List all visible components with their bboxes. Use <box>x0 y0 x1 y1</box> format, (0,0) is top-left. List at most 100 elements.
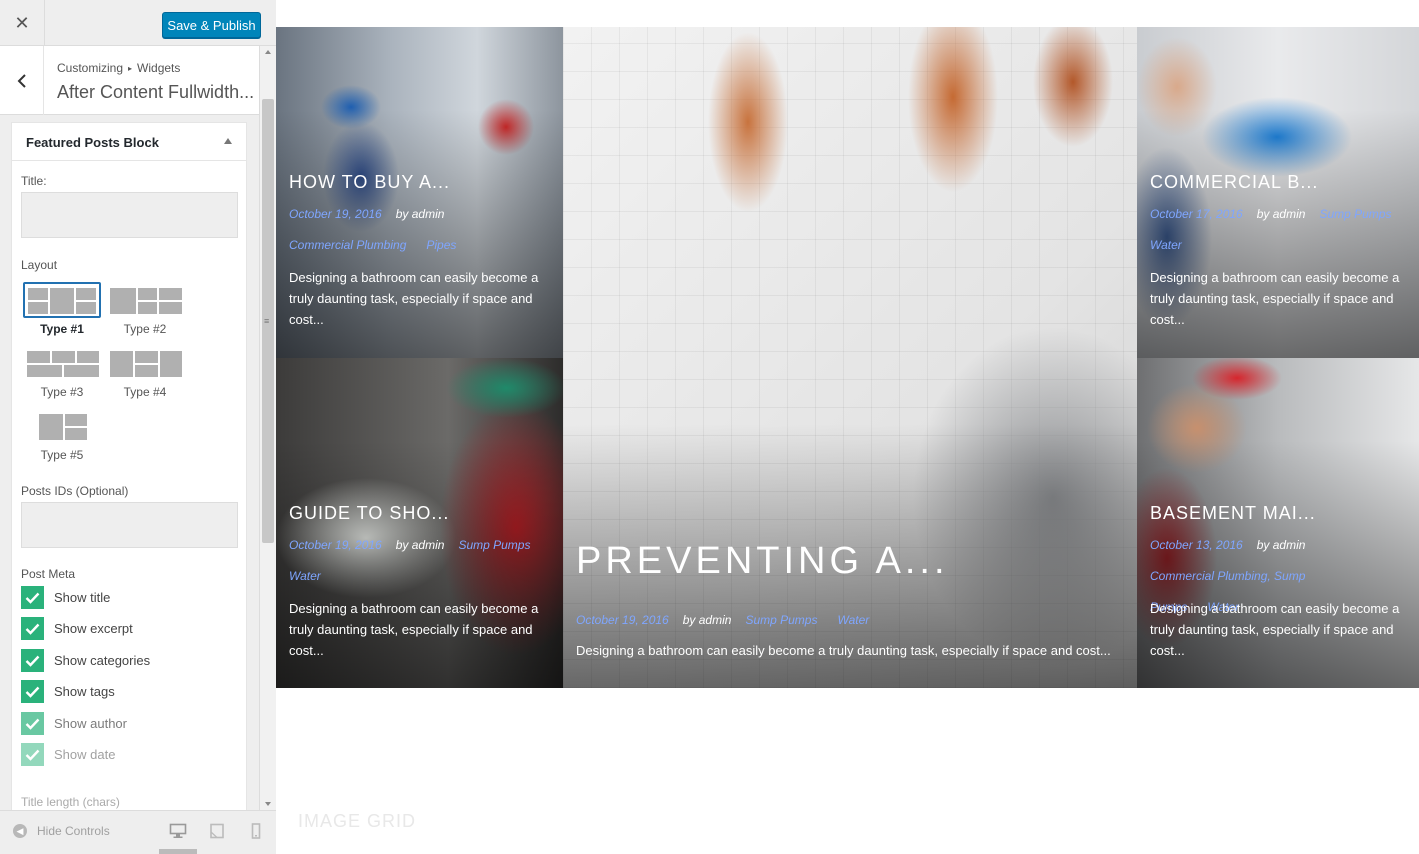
post-meta: October 19, 2016 by admin Commercial Plum… <box>289 199 549 261</box>
featured-posts-grid: HOW TO BUY A... October 19, 2016 by admin… <box>276 27 1419 688</box>
layout-type-1[interactable]: Type #1 <box>21 280 103 336</box>
layout-type-4[interactable]: Type #4 <box>104 343 186 399</box>
checkmark-icon[interactable] <box>21 743 44 766</box>
post-title[interactable]: GUIDE TO SHO... <box>289 503 449 524</box>
post-date[interactable]: October 19, 2016 <box>289 207 382 221</box>
post-category[interactable]: Sump Pumps <box>458 538 530 552</box>
image-grid-heading: IMAGE GRID <box>298 811 417 831</box>
site-preview: HOW TO BUY A... October 19, 2016 by admin… <box>276 0 1419 854</box>
post-category[interactable]: Water <box>289 569 321 583</box>
desktop-preview-icon[interactable] <box>169 823 187 839</box>
tablet-preview-icon[interactable] <box>208 823 226 839</box>
show-categories-checkbox[interactable]: Show categories <box>21 649 231 673</box>
show-tags-checkbox[interactable]: Show tags <box>21 680 231 704</box>
post-category[interactable]: Sump Pumps <box>745 613 817 627</box>
checkmark-icon[interactable] <box>21 649 44 672</box>
post-ids-input[interactable] <box>21 502 238 548</box>
customizer-topbar: ✕ Save & Publish <box>0 0 276 46</box>
post-excerpt: Designing a bathroom can easily become a… <box>576 643 1111 658</box>
scroll-down-arrow-icon[interactable] <box>265 802 271 806</box>
post-excerpt: Designing a bathroom can easily become a… <box>1150 601 1400 658</box>
post-tile[interactable]: BASEMENT MAI... October 13, 2016 by admin… <box>1137 358 1419 688</box>
post-date[interactable]: October 19, 2016 <box>289 538 382 552</box>
scroll-up-arrow-icon[interactable] <box>265 50 271 54</box>
post-category[interactable]: Sump Pumps <box>1319 207 1391 221</box>
title-input[interactable] <box>21 192 238 238</box>
show-author-checkbox[interactable]: Show author <box>21 712 231 736</box>
show-date-checkbox[interactable]: Show date <box>21 743 231 767</box>
post-title[interactable]: PREVENTING A... <box>576 540 949 583</box>
post-tile[interactable]: COMMERCIAL B... October 17, 2016 by admin… <box>1137 27 1419 358</box>
post-author[interactable]: by admin <box>1257 538 1306 552</box>
checkmark-icon[interactable] <box>21 586 44 609</box>
collapse-icon: ◀ <box>13 824 27 838</box>
layout-label: Layout <box>21 258 58 272</box>
show-title-label: Show title <box>54 590 111 605</box>
widget-title: Featured Posts Block <box>26 135 159 150</box>
breadcrumb: Customizing ▸ Widgets <box>57 61 180 75</box>
mobile-preview-icon[interactable] <box>247 823 265 839</box>
post-author[interactable]: by admin <box>396 538 445 552</box>
layout-type-5[interactable]: Type #5 <box>21 406 103 462</box>
hide-controls-label: Hide Controls <box>37 824 110 838</box>
show-title-checkbox[interactable]: Show title <box>21 586 231 610</box>
post-author[interactable]: by admin <box>683 613 732 627</box>
close-button[interactable]: ✕ <box>0 0 45 46</box>
post-title[interactable]: BASEMENT MAI... <box>1150 503 1316 524</box>
post-category[interactable]: Commercial Plumbing <box>289 238 406 252</box>
checkmark-icon[interactable] <box>21 712 44 735</box>
layout-type-1-icon <box>23 282 101 318</box>
hide-controls-button[interactable]: ◀ Hide Controls <box>13 824 110 838</box>
post-author[interactable]: by admin <box>396 207 445 221</box>
layout-type-3-icon <box>23 345 101 381</box>
checkmark-icon[interactable] <box>21 617 44 640</box>
title-label: Title: <box>21 174 47 188</box>
checkmark-icon[interactable] <box>21 680 44 703</box>
layout-type-2-icon <box>106 282 184 318</box>
collapse-arrow-icon[interactable] <box>224 138 232 144</box>
layout-type-2[interactable]: Type #2 <box>104 280 186 336</box>
section-header: Customizing ▸ Widgets After Content Fullwi… <box>0 46 259 115</box>
customizer-footer: ◀ Hide Controls <box>0 810 276 854</box>
layout-type-1-label: Type #1 <box>40 322 84 336</box>
layout-type-3-label: Type #3 <box>40 385 84 399</box>
back-button[interactable] <box>0 46 44 115</box>
widget-header[interactable]: Featured Posts Block <box>12 123 246 161</box>
post-excerpt: Designing a bathroom can easily become a… <box>289 601 539 658</box>
post-ids-label: Posts IDs (Optional) <box>21 484 129 498</box>
post-tile[interactable]: GUIDE TO SHO... October 19, 2016 by admin… <box>276 358 563 688</box>
post-author[interactable]: by admin <box>1257 207 1306 221</box>
section-title: After Content Fullwidth... <box>57 82 255 102</box>
show-author-label: Show author <box>54 716 127 731</box>
post-date[interactable]: October 13, 2016 <box>1150 538 1243 552</box>
layout-type-5-label: Type #5 <box>40 448 84 462</box>
save-publish-button[interactable]: Save & Publish <box>162 12 261 38</box>
scroll-grip-icon: ≡ <box>264 316 270 326</box>
customizer-panel: ✕ Save & Publish Customizing ▸ Widgets Aft… <box>0 0 276 854</box>
post-category[interactable]: Water <box>1150 238 1182 252</box>
post-excerpt: Designing a bathroom can easily become a… <box>289 270 539 327</box>
post-tile-featured[interactable]: PREVENTING A... October 19, 2016 by admin… <box>563 27 1137 688</box>
layout-type-2-label: Type #2 <box>123 322 167 336</box>
layout-type-5-icon <box>23 408 101 444</box>
layout-type-4-label: Type #4 <box>123 385 167 399</box>
close-icon: ✕ <box>14 12 30 33</box>
show-categories-label: Show categories <box>54 653 151 668</box>
layout-type-4-icon <box>106 345 184 381</box>
show-tags-label: Show tags <box>54 684 115 699</box>
post-category[interactable]: Pipes <box>426 238 456 252</box>
post-title[interactable]: COMMERCIAL B... <box>1150 172 1318 193</box>
post-meta: October 19, 2016 by admin Sump Pumps Water <box>576 605 1096 636</box>
breadcrumb-child: Widgets <box>137 61 181 75</box>
post-tile[interactable]: HOW TO BUY A... October 19, 2016 by admin… <box>276 27 563 358</box>
post-meta-label: Post Meta <box>21 567 76 581</box>
panel-scrollbar[interactable]: ≡ <box>259 46 276 810</box>
show-excerpt-checkbox[interactable]: Show excerpt <box>21 617 231 641</box>
post-category[interactable]: Water <box>837 613 869 627</box>
title-length-label: Title length (chars) <box>21 795 120 809</box>
post-title[interactable]: HOW TO BUY A... <box>289 172 450 193</box>
post-date[interactable]: October 17, 2016 <box>1150 207 1243 221</box>
post-date[interactable]: October 19, 2016 <box>576 613 669 627</box>
chevron-left-icon <box>17 73 26 88</box>
layout-type-3[interactable]: Type #3 <box>21 343 103 399</box>
